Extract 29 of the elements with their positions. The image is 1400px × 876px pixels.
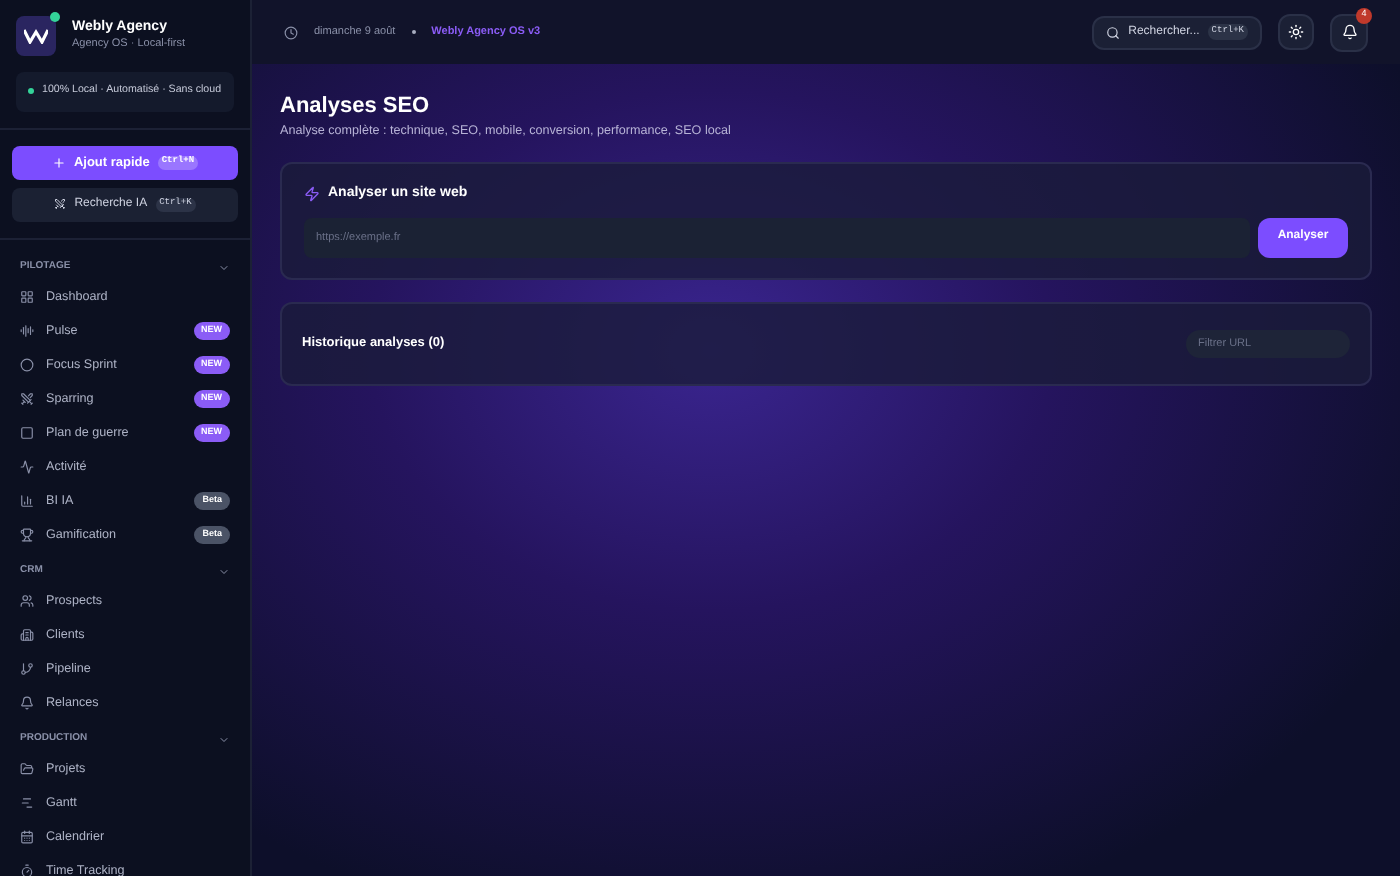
crossed-icon: [54, 198, 67, 211]
chevron-icon: [218, 733, 230, 746]
folder-icon: [20, 761, 34, 776]
square-icon: [20, 425, 34, 440]
chevron-icon: [218, 565, 230, 578]
page-title: Analyses SEO: [280, 94, 432, 122]
plus-icon: [51, 155, 66, 170]
chevron-icon: [218, 261, 230, 274]
trophy-icon: [20, 527, 34, 542]
lightning-icon: [304, 186, 320, 203]
users-icon: [20, 593, 34, 608]
activity-icon: [20, 459, 34, 474]
circle-icon: [20, 357, 34, 372]
bar-chart-icon: [20, 493, 34, 508]
crossed-swords-icon: [20, 391, 34, 406]
calendar-icon: [20, 829, 34, 844]
search-icon: [1106, 25, 1121, 39]
branch-icon: [20, 661, 34, 676]
timer-icon: [20, 863, 34, 876]
pulse-icon: [20, 323, 34, 338]
logo-icon: [16, 16, 56, 56]
sun-icon: [1288, 24, 1304, 40]
clock-icon: [284, 25, 298, 39]
grid-icon: [20, 289, 34, 304]
gantt-icon: [20, 795, 34, 810]
bell-icon: [1341, 24, 1357, 40]
building-icon: [20, 627, 34, 642]
bell-icon: [20, 695, 34, 710]
theme-toggle-button[interactable]: [1278, 14, 1314, 50]
